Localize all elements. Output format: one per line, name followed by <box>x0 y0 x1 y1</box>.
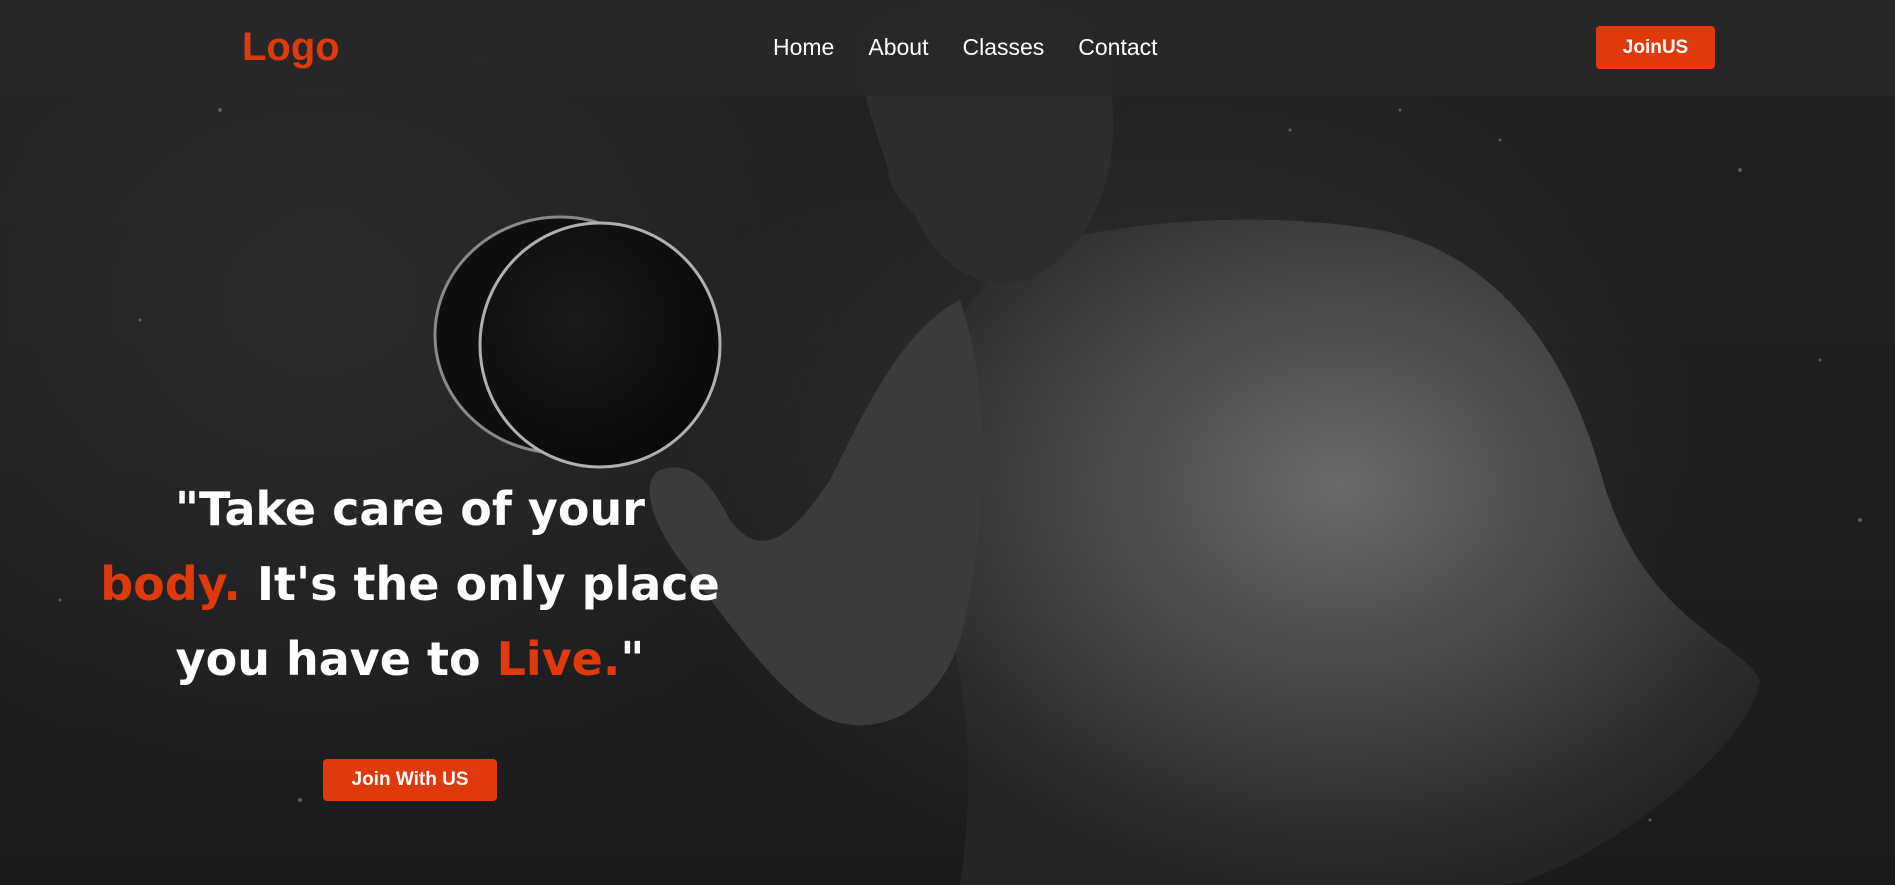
main-nav: Home About Classes Contact <box>773 33 1158 61</box>
dumbbell-plate-front <box>478 221 722 469</box>
quote-accent-live: Live. <box>496 632 621 686</box>
nav-link-classes[interactable]: Classes <box>962 33 1044 61</box>
join-with-us-button[interactable]: Join With US <box>323 759 497 801</box>
join-us-button[interactable]: JoinUS <box>1596 26 1715 69</box>
quote-accent-body: body. <box>100 557 241 611</box>
hero-section: Logo Home About Classes Contact JoinUS "… <box>0 0 1895 885</box>
nav-link-contact[interactable]: Contact <box>1078 33 1157 61</box>
nav-link-home[interactable]: Home <box>773 33 834 61</box>
nav-link-about[interactable]: About <box>868 33 928 61</box>
quote-text-start: "Take care of your <box>175 482 645 536</box>
athlete-torso <box>918 219 1760 885</box>
quote-text-end: " <box>620 632 645 686</box>
navbar: Logo Home About Classes Contact JoinUS <box>0 0 1895 96</box>
hero-quote: "Take care of your body. It's the only p… <box>100 472 720 697</box>
logo[interactable]: Logo <box>242 24 340 70</box>
hero-background-image <box>58 2 1862 885</box>
